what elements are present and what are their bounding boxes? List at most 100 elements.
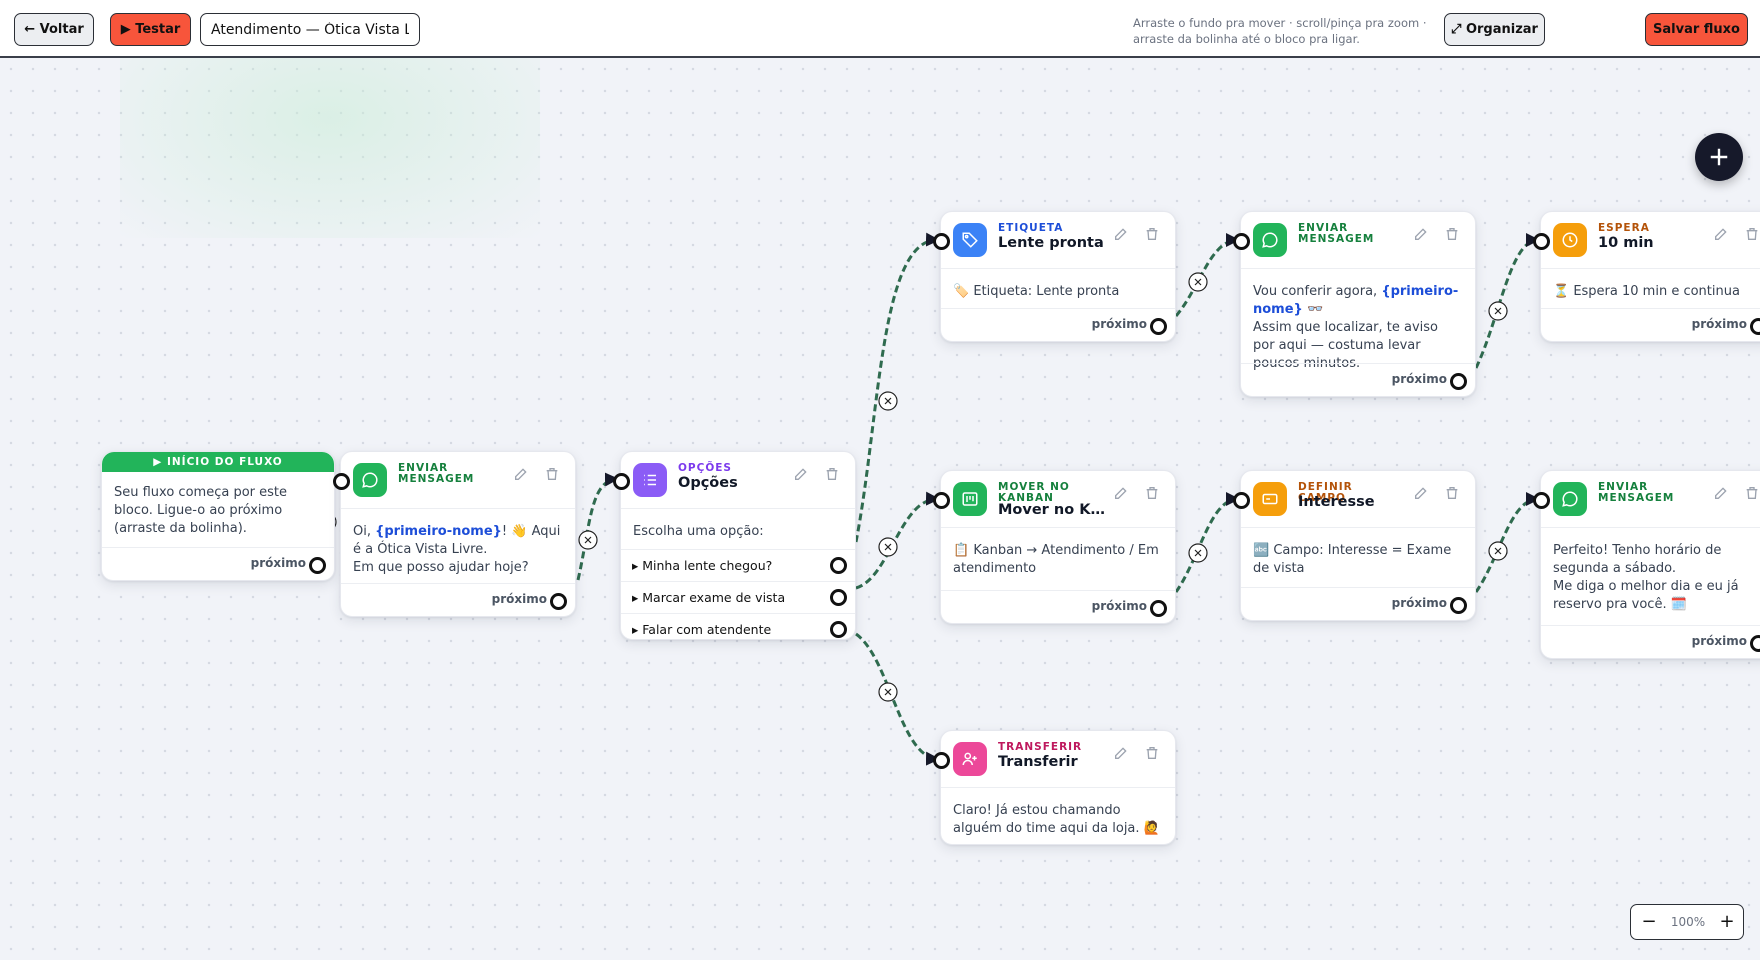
node-header: ENVIAR MENSAGEM [1541,471,1760,528]
wire-field-msg3 [1474,492,1540,593]
node-title: Lente pronta [998,235,1104,251]
node-header: ETIQUETA Lente pronta [941,212,1175,269]
trash-icon[interactable] [1744,226,1760,242]
node-header: ESPERA 10 min [1541,212,1760,269]
message-text-line1: Perfeito! Tenho horário de segunda a sáb… [1553,543,1722,576]
trash-icon[interactable] [544,466,560,482]
node-footer: próximo [341,583,575,616]
output-port[interactable] [1750,318,1760,335]
wire-msg1-options [576,472,619,581]
options-node[interactable]: OPÇÕES Opções Escolha uma opção: ▸ Minha… [613,451,856,640]
start-node[interactable]: ▶ INÍCIO DO FLUXO Seu fluxo começa por e… [101,451,335,581]
hint-line-1: Arraste o fundo pra mover · scroll/pinça… [1133,16,1427,30]
option-item[interactable]: ▸ Marcar exame de vista [621,581,855,613]
node-body-text: 🏷️ Etiqueta: Lente pronta [953,284,1120,299]
zoom-level: 100% [1670,915,1706,929]
start-band: ▶ INÍCIO DO FLUXO [102,452,334,472]
tag-node[interactable]: ETIQUETA Lente pronta 🏷️ Etiqueta: Lente… [933,211,1176,342]
save-flow-button[interactable]: Salvar fluxo [1645,13,1748,46]
output-port[interactable] [1450,597,1467,614]
output-port[interactable] [1150,600,1167,617]
input-port[interactable] [1533,233,1550,250]
node-type-label: MOVER NO KANBAN [998,481,1070,504]
output-port[interactable] [1450,373,1467,390]
option-output-port[interactable] [830,621,847,638]
hint-line-2: arraste da bolinha até o bloco pra ligar… [1133,32,1360,46]
node-title: Mover no K… [998,502,1105,518]
option-label: ▸ Marcar exame de vista [632,590,786,605]
pencil-icon[interactable] [1113,485,1129,501]
kanban-icon [953,482,987,516]
add-block-button[interactable] [1695,133,1743,181]
option-item[interactable]: ▸ Minha lente chegou? [621,549,855,581]
send-message-node[interactable]: ENVIAR MENSAGEM Vou conferir agora, {pri… [1233,211,1476,397]
node-footer: próximo [941,308,1175,341]
input-port[interactable] [1533,492,1550,509]
tag-icon [953,223,987,257]
input-port[interactable] [1233,492,1250,509]
option-item[interactable]: ▸ Falar com atendente [621,613,855,645]
trash-icon[interactable] [1144,485,1160,501]
input-port[interactable] [1233,233,1250,250]
list-icon [633,463,667,497]
node-type-label: ENVIAR MENSAGEM [398,462,475,485]
send-message-node[interactable]: ENVIAR MENSAGEM Perfeito! Tenho horário … [1533,470,1760,659]
pencil-icon[interactable] [1413,485,1429,501]
wire-msg2-wait [1474,233,1540,369]
send-message-node[interactable]: ENVIAR MENSAGEM Oi, {primeiro-nome}! 👋 A… [333,451,576,617]
output-port[interactable] [1750,635,1760,652]
input-port[interactable] [613,473,630,490]
flow-canvas[interactable]: ▶ INÍCIO DO FLUXO Seu fluxo começa por e… [0,58,1760,960]
trash-icon[interactable] [824,466,840,482]
input-port[interactable] [933,752,950,769]
message-text: Perfeito! Tenho horário de segunda a sáb… [1541,528,1760,624]
node-header: OPÇÕES Opções [621,452,855,509]
trash-icon[interactable] [1144,226,1160,242]
output-port[interactable] [1150,318,1167,335]
flow-name-input[interactable] [200,13,420,46]
pencil-icon[interactable] [1113,226,1129,242]
pencil-icon[interactable] [1713,226,1729,242]
node-header: TRANSFERIR Transferir [941,731,1175,788]
output-port[interactable] [309,557,326,574]
trash-icon[interactable] [1444,226,1460,242]
chat-icon [1253,223,1287,257]
pencil-icon[interactable] [793,466,809,482]
kanban-node[interactable]: MOVER NO KANBAN Mover no K… 📋 Kanban → A… [933,470,1176,624]
wait-node[interactable]: ESPERA 10 min ⏳ Espera 10 min e continua… [1533,211,1760,342]
back-button[interactable]: ← Voltar [14,13,94,46]
trash-icon[interactable] [1744,485,1760,501]
transfer-node[interactable]: TRANSFERIR Transferir Claro! Já estou ch… [933,730,1176,845]
message-text-pre: Oi, [353,524,376,539]
next-label: próximo [1391,596,1447,610]
output-port[interactable] [550,593,567,610]
test-button[interactable]: ▶ Testar [110,13,191,46]
input-port[interactable] [933,233,950,250]
organize-button[interactable]: ⤢ Organizar [1444,13,1545,46]
wire-tag-msg2 [1174,233,1240,317]
node-header: ENVIAR MENSAGEM [1241,212,1475,269]
zoom-in-button[interactable]: + [1717,912,1737,932]
option-output-port[interactable] [830,557,847,574]
next-label: próximo [491,592,547,606]
node-footer: próximo [1541,625,1760,658]
wire-options-transfer [855,632,940,766]
pencil-icon[interactable] [1113,745,1129,761]
trash-icon[interactable] [1444,485,1460,501]
option-output-port[interactable] [830,589,847,606]
set-field-node[interactable]: DEFINIR CAMPO Interesse 🔤 Campo: Interes… [1233,470,1476,621]
node-body-text: ⏳ Espera 10 min e continua [1553,284,1740,299]
message-text: Oi, {primeiro-nome}! 👋 Aqui é a Ótica Vi… [341,509,575,587]
trash-icon[interactable] [1144,745,1160,761]
options-prompt: Escolha uma opção: [633,524,764,539]
zoom-out-button[interactable]: − [1639,912,1659,932]
next-label: próximo [1391,372,1447,386]
pencil-icon[interactable] [1413,226,1429,242]
node-body-text: 📋 Kanban → Atendimento / Em atendimento [953,543,1159,576]
input-port[interactable] [933,492,950,509]
option-label: ▸ Minha lente chegou? [632,558,773,573]
pencil-icon[interactable] [513,466,529,482]
pencil-icon[interactable] [1713,485,1729,501]
input-port[interactable] [333,473,350,490]
plus-icon [1710,148,1728,166]
